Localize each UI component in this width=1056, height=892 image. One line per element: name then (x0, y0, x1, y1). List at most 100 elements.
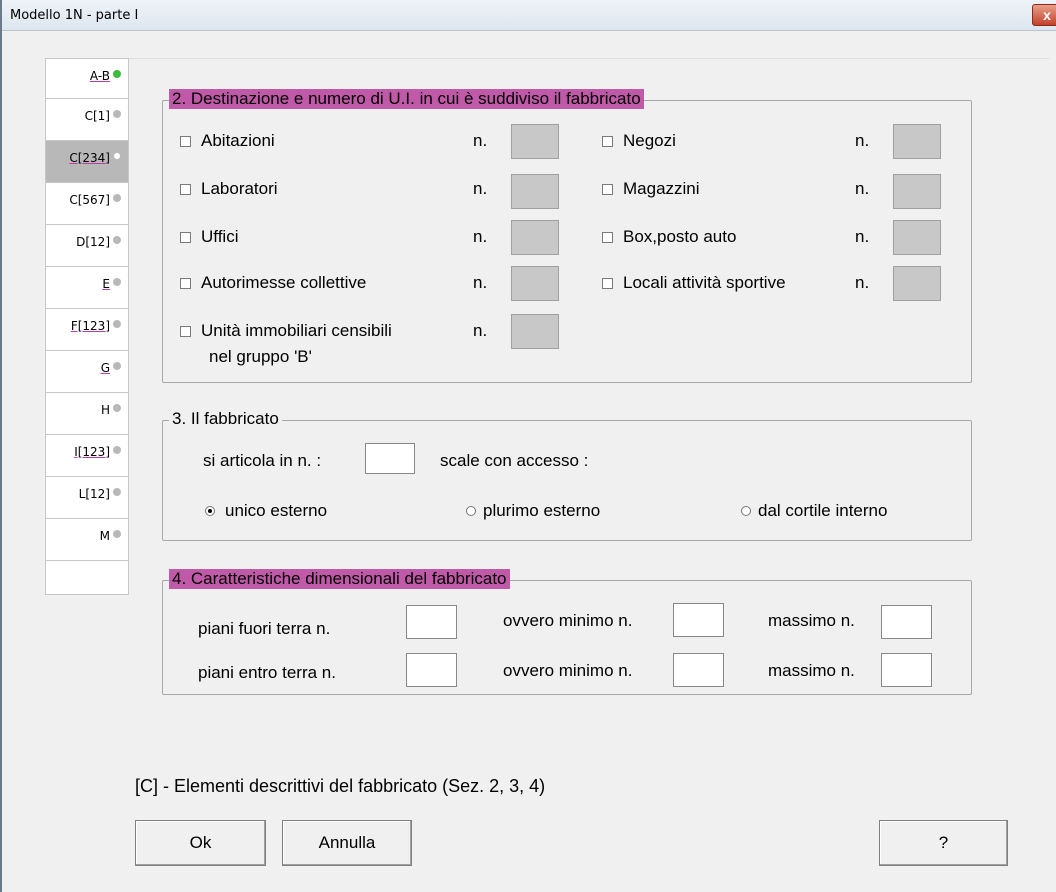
massimo-label: massimo n. (768, 661, 855, 680)
negozi-count[interactable] (893, 124, 941, 159)
tab-g[interactable]: G (45, 351, 129, 393)
section-4-title: 4. Caratteristiche dimensionali del fabb… (169, 569, 510, 589)
unita-immobiliari-count[interactable] (511, 314, 559, 349)
negozi-checkbox[interactable] (602, 136, 613, 147)
n-label: n. (473, 321, 488, 340)
magazzini-count[interactable] (893, 174, 941, 209)
cortile-interno-radio[interactable] (741, 506, 751, 516)
tab-label: C[1] (84, 109, 110, 123)
status-dot-icon (113, 194, 121, 202)
locali-sportivi-label: Locali attività sportive (623, 273, 786, 292)
tab-label: M (99, 529, 110, 543)
section-3-title: 3. Il fabbricato (169, 409, 282, 429)
fuori-terra-massimo-input[interactable] (881, 605, 932, 639)
abitazioni-count[interactable] (511, 124, 559, 159)
piani-entro-terra-input[interactable] (406, 653, 457, 687)
status-dot-icon (113, 320, 121, 328)
locali-sportivi-checkbox[interactable] (602, 278, 613, 289)
status-dot-icon (113, 278, 121, 286)
tab-label: C[567] (69, 193, 110, 207)
piani-entro-terra-label: piani entro terra n. (198, 663, 336, 682)
articola-label: si articola in n. : (203, 451, 322, 470)
autorimesse-checkbox[interactable] (180, 278, 191, 289)
tab-a-b[interactable]: A-B (45, 58, 129, 99)
tab-e[interactable]: E (45, 267, 129, 309)
window-title: Modello 1N - parte I (10, 8, 139, 23)
entro-terra-minimo-input[interactable] (673, 653, 724, 687)
magazzini-checkbox[interactable] (602, 184, 613, 195)
tab-d12[interactable]: D[12] (45, 225, 129, 267)
status-dot-icon (113, 70, 121, 78)
magazzini-label: Magazzini (623, 179, 700, 198)
massimo-label: massimo n. (768, 611, 855, 630)
status-dot-icon (113, 236, 121, 244)
unico-esterno-radio[interactable] (205, 506, 215, 516)
unita-immobiliari-label-line2: nel gruppo 'B' (209, 347, 312, 366)
n-label: n. (473, 179, 488, 198)
abitazioni-checkbox[interactable] (180, 136, 191, 147)
piani-fuori-terra-input[interactable] (406, 605, 457, 639)
autorimesse-label: Autorimesse collettive (201, 273, 367, 292)
n-label: n. (855, 179, 870, 198)
n-label: n. (855, 273, 870, 292)
laboratori-count[interactable] (511, 174, 559, 209)
laboratori-label: Laboratori (201, 179, 278, 198)
status-dot-icon (113, 530, 121, 538)
locali-sportivi-count[interactable] (893, 266, 941, 301)
status-dot-icon (113, 110, 121, 118)
scale-count-input[interactable] (365, 443, 415, 474)
n-label: n. (855, 227, 870, 246)
status-dot-icon (113, 488, 121, 496)
unita-immobiliari-label: Unità immobiliari censibili (201, 321, 392, 340)
tab-l12[interactable]: L[12] (45, 477, 129, 519)
section-2-group: 2. Destinazione e numero di U.I. in cui … (162, 89, 972, 383)
tab-label: I[123] (74, 445, 110, 459)
status-dot-icon (113, 404, 121, 412)
section-4-group: 4. Caratteristiche dimensionali del fabb… (162, 569, 972, 695)
tab-label: F[123] (70, 319, 110, 333)
negozi-label: Negozi (623, 131, 676, 150)
close-button[interactable]: x (1032, 4, 1056, 26)
tab-c567[interactable]: C[567] (45, 183, 129, 225)
status-dot-icon (113, 152, 121, 160)
tab-c1[interactable]: C[1] (45, 99, 129, 141)
tab-i123[interactable]: I[123] (45, 435, 129, 477)
uffici-checkbox[interactable] (180, 232, 191, 243)
tab-spacer (45, 561, 129, 595)
tab-top-line (129, 58, 1049, 59)
status-dot-icon (113, 446, 121, 454)
uffici-count[interactable] (511, 220, 559, 255)
n-label: n. (473, 273, 488, 292)
tab-label: E (102, 277, 110, 291)
status-dot-icon (113, 362, 121, 370)
tab-m[interactable]: M (45, 519, 129, 561)
ok-button[interactable]: Ok (135, 820, 266, 866)
box-posto-auto-checkbox[interactable] (602, 232, 613, 243)
box-posto-auto-label: Box,posto auto (623, 227, 737, 246)
unico-esterno-label: unico esterno (225, 501, 328, 520)
tab-label: H (100, 403, 110, 417)
section-tabs: A-B C[1] C[234] C[567] D[12] E F[123] G … (45, 58, 129, 595)
title-bar: Modello 1N - parte I x (2, 0, 1056, 31)
fuori-terra-minimo-input[interactable] (673, 603, 724, 637)
tab-h[interactable]: H (45, 393, 129, 435)
cortile-interno-label: dal cortile interno (758, 501, 888, 520)
plurimo-esterno-label: plurimo esterno (483, 501, 601, 520)
laboratori-checkbox[interactable] (180, 184, 191, 195)
n-label: n. (855, 131, 870, 150)
tab-label: D[12] (76, 235, 110, 249)
ovvero-minimo-label: ovvero minimo n. (503, 611, 633, 630)
unita-immobiliari-checkbox[interactable] (180, 326, 191, 337)
piani-fuori-terra-label: piani fuori terra n. (198, 619, 331, 638)
entro-terra-massimo-input[interactable] (881, 653, 932, 687)
tab-label: L[12] (78, 487, 110, 501)
tab-label: A-B (89, 69, 110, 83)
help-button[interactable]: ? (879, 820, 1008, 866)
uffici-label: Uffici (201, 227, 239, 246)
tab-f123[interactable]: F[123] (45, 309, 129, 351)
plurimo-esterno-radio[interactable] (466, 506, 476, 516)
tab-c234[interactable]: C[234] (45, 141, 129, 183)
annulla-button[interactable]: Annulla (282, 820, 412, 866)
box-posto-auto-count[interactable] (893, 220, 941, 255)
autorimesse-count[interactable] (511, 266, 559, 301)
